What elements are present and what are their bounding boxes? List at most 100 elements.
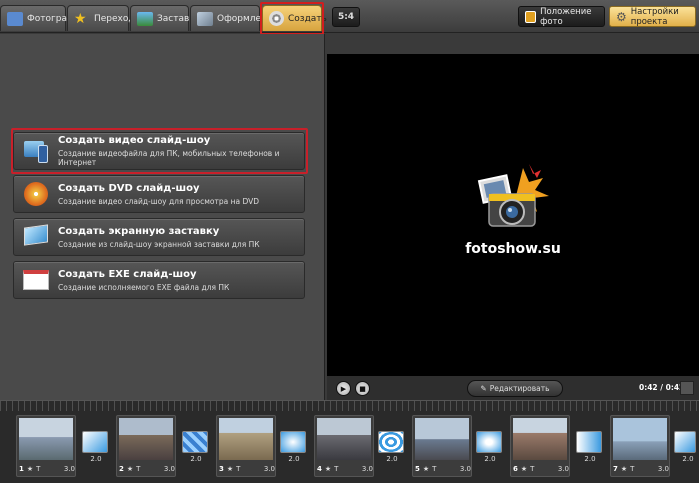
slide-duration: 3.0 [263, 465, 275, 473]
preview-screen: fotoshow.su [327, 54, 699, 376]
slide-duration: 3.0 [63, 465, 75, 473]
monitor-icon [22, 224, 50, 249]
transition-duration: 2.0 [386, 455, 398, 463]
exe-window-icon [22, 268, 50, 292]
text-icon: T [236, 465, 241, 473]
photo-position-button[interactable]: Положение фото [518, 6, 605, 27]
photo-frame-icon [525, 10, 537, 23]
transition-duration: 2.0 [484, 455, 496, 463]
transition-thumbnail [378, 431, 404, 453]
slide-number: 3 [219, 465, 224, 473]
transition-3[interactable]: 2.0 [280, 431, 308, 467]
transition-thumbnail [280, 431, 306, 453]
transition-duration: 2.0 [90, 455, 102, 463]
star-icon: ★ [422, 465, 430, 473]
transition-6[interactable]: 2.0 [576, 431, 604, 467]
slide-3[interactable]: 3 ★ T 3.0 [216, 415, 276, 477]
option-title: Создать DVD слайд-шоу [58, 182, 200, 194]
create-options-panel: Создать видео слайд-шоу Создание видеофа… [0, 34, 325, 400]
slide-1[interactable]: 1 ★ T 3.0 [16, 415, 76, 477]
transition-duration: 2.0 [682, 455, 694, 463]
slide-duration: 3.0 [557, 465, 569, 473]
tab-photos[interactable]: Фотографии [0, 5, 86, 31]
option-title: Создать экранную заставку [58, 225, 220, 237]
slide-5[interactable]: 5 ★ T 3.0 [412, 415, 472, 477]
slide-duration: 3.0 [361, 465, 373, 473]
transition-thumbnail [182, 431, 208, 453]
transition-duration: 2.0 [190, 455, 202, 463]
slide-thumbnail [219, 418, 273, 460]
active-tab-highlight [260, 2, 324, 35]
text-icon: T [334, 465, 339, 473]
transition-thumbnail [674, 431, 696, 453]
slide-thumbnail [513, 418, 567, 460]
slide-2[interactable]: 2 ★ T 3.0 [116, 415, 176, 477]
text-icon: T [36, 465, 41, 473]
transition-thumbnail [576, 431, 602, 453]
playback-controls: ▶ ■ ✎ Редактировать 0:42 / 0:42 [327, 376, 699, 400]
star-icon: ★ [324, 465, 332, 473]
play-button[interactable]: ▶ [336, 381, 351, 396]
slide-6[interactable]: 6 ★ T 3.0 [510, 415, 570, 477]
play-icon: ▶ [340, 384, 347, 393]
text-icon: T [432, 465, 437, 473]
transition-1[interactable]: 2.0 [82, 431, 110, 467]
slide-thumbnail [613, 418, 667, 460]
selected-option-highlight [11, 128, 308, 174]
aspect-ratio-button[interactable]: 5:4 [332, 7, 360, 27]
slide-number: 6 [513, 465, 518, 473]
star-icon: ★ [520, 465, 528, 473]
star-icon: ★ [226, 465, 234, 473]
transition-thumbnail [82, 431, 108, 453]
transition-duration: 2.0 [584, 455, 596, 463]
star-icon: ★ [26, 465, 34, 473]
star-icon: ★ [74, 10, 87, 27]
text-icon: T [630, 465, 635, 473]
stop-button[interactable]: ■ [355, 381, 370, 396]
transition-2[interactable]: 2.0 [182, 431, 210, 467]
tab-intros[interactable]: Заставки [130, 5, 201, 31]
slide-thumbnail [415, 418, 469, 460]
option-subtitle: Создание видео слайд-шоу для просмотра н… [58, 196, 260, 206]
slide-number: 4 [317, 465, 322, 473]
transition-7[interactable]: 2.0 [674, 431, 699, 467]
transition-thumbnail [476, 431, 502, 453]
project-settings-label: Настройки проекта [630, 6, 679, 27]
slide-7[interactable]: 7 ★ T 3.0 [610, 415, 670, 477]
timeline: 1 ★ T 3.0 2.0 2 ★ T 3.0 2.0 3 ★ T 3.0 2.0 4 ★ T 3.0 … [0, 400, 699, 483]
slide-number: 1 [19, 465, 24, 473]
slide-number: 7 [613, 465, 618, 473]
landscape-icon [137, 11, 153, 26]
edit-label: Редактировать [489, 384, 550, 393]
photos-icon [7, 11, 23, 26]
photo-position-label: Положение фото [540, 6, 592, 27]
option-subtitle: Создание из слайд-шоу экранной заставки … [58, 239, 260, 249]
transition-4[interactable]: 2.0 [378, 431, 406, 467]
slide-thumbnail [19, 418, 73, 460]
stop-icon: ■ [359, 384, 366, 393]
slide-4[interactable]: 4 ★ T 3.0 [314, 415, 374, 477]
text-icon: T [136, 465, 141, 473]
project-settings-button[interactable]: ⚙ Настройки проекта [609, 6, 696, 27]
text-icon: T [530, 465, 535, 473]
brand-text: fotoshow.su [465, 241, 561, 257]
create-exe-slideshow-option[interactable]: Создать EXE слайд-шоу Создание исполняем… [13, 261, 305, 299]
transition-5[interactable]: 2.0 [476, 431, 504, 467]
brush-icon [197, 11, 213, 26]
create-dvd-slideshow-option[interactable]: Создать DVD слайд-шоу Создание видео сла… [13, 175, 305, 213]
star-icon: ★ [620, 465, 628, 473]
fullscreen-button[interactable] [680, 381, 694, 395]
dvd-disc-icon [22, 182, 50, 206]
pencil-icon: ✎ [480, 384, 487, 393]
tab-design[interactable]: Оформление [190, 5, 278, 31]
tab-transitions[interactable]: ★ Переходы [67, 5, 142, 31]
slide-thumbnail [119, 418, 173, 460]
time-display: 0:42 / 0:42 [639, 383, 685, 392]
slide-number: 5 [415, 465, 420, 473]
edit-button[interactable]: ✎ Редактировать [467, 380, 563, 397]
transition-duration: 2.0 [288, 455, 300, 463]
create-screensaver-option[interactable]: Создать экранную заставку Создание из сл… [13, 218, 305, 256]
slide-duration: 3.0 [459, 465, 471, 473]
gear-icon: ⚙ [616, 9, 627, 24]
slide-duration: 3.0 [657, 465, 669, 473]
